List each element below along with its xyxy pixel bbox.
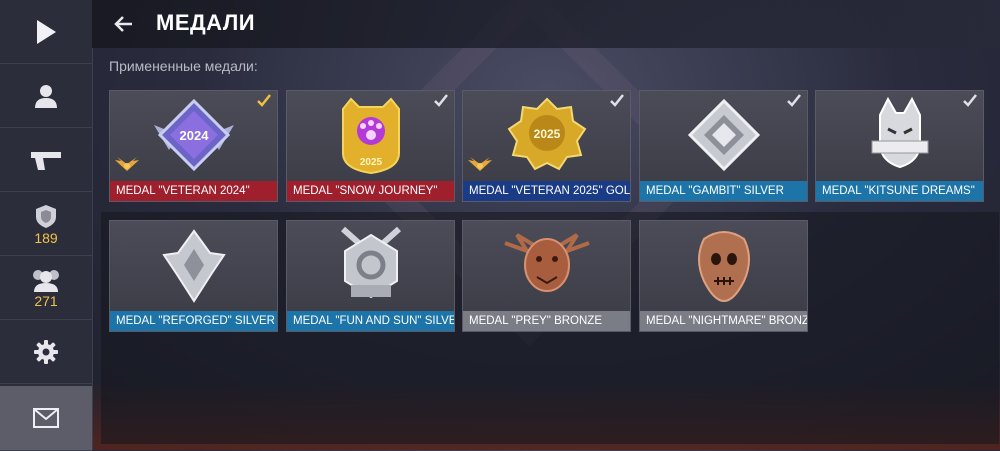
medal-card-snow-journey[interactable]: 2025 MEDAL "SNOW JOURNEY": [286, 90, 455, 202]
applied-check-icon: [963, 94, 977, 107]
gambit-silver-medal-image: [687, 98, 761, 172]
svg-text:2025: 2025: [534, 127, 561, 141]
mail-button[interactable]: [0, 386, 92, 451]
medal-card-veteran-2025-gold[interactable]: 2025 MEDAL "VETERAN 2025" GOLD: [462, 90, 631, 202]
friends-button[interactable]: 271: [0, 256, 92, 320]
medals-count: 189: [34, 229, 58, 246]
snow-journey-medal-image: 2025: [342, 97, 400, 175]
medal-card-nightmare-bronze[interactable]: MEDAL "NIGHTMARE" BRONZE: [639, 220, 808, 332]
page-title: МЕДАЛИ: [156, 10, 256, 35]
medal-card-gambit-silver[interactable]: MEDAL "GAMBIT" SILVER: [639, 90, 808, 202]
settings-button[interactable]: [0, 320, 92, 384]
wing-badge-icon: [468, 157, 492, 171]
reforged-silver-medal-image: [162, 229, 226, 303]
medal-icon: [36, 204, 56, 228]
medal-label: MEDAL "NIGHTMARE" BRONZE: [640, 311, 807, 331]
pistol-icon: [31, 151, 61, 170]
medal-label: MEDAL "VETERAN 2025" GOLD: [463, 181, 630, 201]
applied-check-icon: [787, 94, 801, 107]
medal-card-prey-bronze[interactable]: MEDAL "PREY" BRONZE: [462, 220, 631, 332]
medal-card-fun-and-sun-silver[interactable]: MEDAL "FUN AND SUN" SILVER: [286, 220, 455, 332]
friends-icon: [33, 269, 59, 292]
header: МЕДАЛИ: [92, 0, 1000, 48]
applied-check-icon: [610, 94, 624, 107]
applied-check-icon: [434, 94, 448, 107]
play-button[interactable]: [0, 0, 92, 64]
veteran-2024-medal-image: 2024: [154, 98, 234, 172]
nightmare-bronze-medal-image: [698, 231, 750, 303]
medal-card-reforged-silver[interactable]: MEDAL "REFORGED" SILVER: [109, 220, 278, 332]
svg-text:2025: 2025: [360, 157, 383, 168]
medal-label: MEDAL "KITSUNE DREAMS": [816, 181, 983, 201]
back-arrow-icon[interactable]: [112, 12, 136, 36]
play-icon: [37, 19, 56, 44]
wing-badge-icon: [115, 157, 139, 171]
veteran-2025-gold-medal-image: 2025: [507, 97, 587, 171]
sidebar: 189 271: [0, 0, 93, 451]
profile-icon: [35, 84, 57, 108]
medals-button[interactable]: 189: [0, 192, 92, 256]
medal-label: MEDAL "GAMBIT" SILVER: [640, 181, 807, 201]
applied-check-icon: [257, 94, 271, 107]
svg-text:2024: 2024: [180, 128, 210, 143]
medal-label: MEDAL "SNOW JOURNEY": [287, 181, 454, 201]
medal-label: MEDAL "PREY" BRONZE: [463, 311, 630, 331]
friends-count: 271: [34, 292, 58, 309]
mail-icon: [33, 408, 59, 428]
medal-label: MEDAL "VETERAN 2024": [110, 181, 277, 201]
weapons-button[interactable]: [0, 128, 92, 192]
applied-medals-label: Примененные медали:: [109, 58, 258, 74]
profile-button[interactable]: [0, 64, 92, 128]
medal-card-kitsune-dreams[interactable]: MEDAL "KITSUNE DREAMS": [815, 90, 984, 202]
fun-and-sun-silver-medal-image: [341, 226, 401, 299]
gear-icon: [34, 339, 58, 364]
medal-label: MEDAL "FUN AND SUN" SILVER: [287, 311, 454, 331]
medal-label: MEDAL "REFORGED" SILVER: [110, 311, 277, 331]
kitsune-dreams-medal-image: [871, 96, 929, 169]
prey-bronze-medal-image: [504, 233, 590, 292]
medal-card-veteran-2024[interactable]: 2024 MEDAL "VETERAN 2024": [109, 90, 278, 202]
